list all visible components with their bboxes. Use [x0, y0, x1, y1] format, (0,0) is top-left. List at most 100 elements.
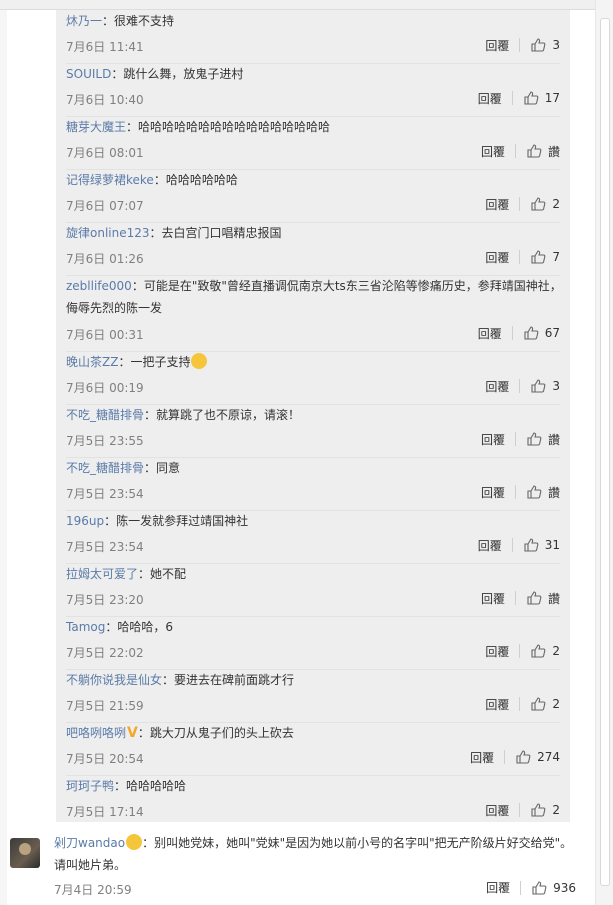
reply-button[interactable]: 回覆 — [470, 749, 494, 766]
like-button[interactable]: 讚 — [526, 431, 560, 448]
reply-text: ：去白宫门口唱精忠报国 — [149, 226, 282, 240]
reply-button[interactable]: 回覆 — [485, 37, 509, 54]
reply-item: 不吃_糖醋排骨：就算跳了也不原谅，请滚！ 7月5日 23:55 回覆 讚 — [66, 404, 560, 458]
action-divider — [511, 91, 513, 105]
reply-username[interactable]: 不吃_糖醋排骨 — [66, 408, 144, 422]
reply-content: 拉姆太可爱了：她不配 — [66, 565, 186, 582]
reply-time: 7月5日 23:55 — [66, 434, 144, 448]
reply-text: ：同意 — [144, 461, 181, 475]
reply-actions: 回覆 讚 — [481, 589, 560, 607]
reply-username[interactable]: 吧咯咧咯咧 — [66, 726, 126, 740]
reply-button[interactable]: 回覆 — [485, 249, 509, 266]
reply-button[interactable]: 回覆 — [478, 90, 502, 107]
reply-button[interactable]: 回覆 — [481, 431, 505, 448]
action-divider — [514, 485, 516, 499]
reply-content: zebllife000：可能是在"致敬"曾经直播调侃南京大ts东三省沦陷等惨痛历… — [66, 275, 562, 319]
like-button[interactable]: 2 — [530, 696, 560, 712]
reply-actions: 回覆 讚 — [481, 483, 560, 501]
reply-button[interactable]: 回覆 — [486, 879, 510, 896]
thumbs-up-icon — [524, 326, 539, 340]
like-button[interactable]: 274 — [515, 749, 560, 765]
action-divider — [514, 144, 516, 158]
reply-time: 7月6日 07:07 — [66, 199, 144, 213]
scrollbar-thumb[interactable] — [600, 18, 610, 886]
reply-button[interactable]: 回覆 — [478, 537, 502, 554]
reply-username[interactable]: 不躺你说我是仙女 — [66, 673, 162, 687]
reply-actions: 回覆 讚 — [481, 430, 560, 448]
like-button[interactable]: 讚 — [526, 143, 560, 160]
like-button[interactable]: 讚 — [526, 484, 560, 501]
avatar[interactable] — [10, 838, 40, 868]
comment-content: 剁刀wandao ：别叫她党妹，她叫"党妹"是因为她以前小号的名字叫"把无产阶级片… — [54, 832, 574, 876]
vip-badge-icon: V — [127, 725, 138, 741]
reply-actions: 回覆 17 — [478, 89, 560, 107]
like-count: 936 — [553, 880, 576, 895]
reply-text: ：跳大刀从鬼子们的头上砍去 — [137, 726, 294, 740]
reply-list: 炑乃一：很难不支持 7月6日 11:41 回覆 3 SOUILD：跳什么舞，放鬼子… — [56, 10, 570, 822]
thumbs-up-icon — [527, 144, 542, 158]
action-divider — [511, 538, 513, 552]
like-button[interactable]: 3 — [530, 37, 560, 53]
reply-button[interactable]: 回覆 — [485, 696, 509, 713]
reply-item: 炑乃一：很难不支持 7月6日 11:41 回覆 3 — [66, 10, 560, 64]
reply-content: 旋律online123：去白宫门口唱精忠报国 — [66, 224, 282, 241]
thumbs-up-icon — [531, 379, 546, 393]
reply-username[interactable]: 炑乃一 — [66, 14, 102, 28]
action-divider — [514, 432, 516, 446]
reply-text: ：她不配 — [138, 567, 187, 581]
like-button[interactable]: 67 — [523, 325, 560, 341]
reply-text: ：一把子支持 — [118, 355, 191, 369]
like-button[interactable]: 3 — [530, 378, 560, 394]
scrollbar-track[interactable] — [595, 0, 613, 905]
emoji-icon — [191, 353, 208, 369]
reply-text: ：哈哈哈哈哈哈 — [153, 173, 238, 187]
like-button[interactable]: 7 — [530, 249, 560, 265]
reply-time: 7月6日 01:26 — [66, 252, 144, 266]
reply-username[interactable]: 不吃_糖醋排骨 — [66, 461, 144, 475]
reply-username[interactable]: SOUILD — [66, 67, 111, 81]
action-divider — [519, 644, 521, 658]
like-button[interactable]: 讚 — [526, 590, 560, 607]
reply-content: 不吃_糖醋排骨：就算跳了也不原谅，请滚！ — [66, 406, 300, 423]
reply-time: 7月5日 17:14 — [66, 805, 144, 819]
reply-button[interactable]: 回覆 — [481, 484, 505, 501]
reply-username[interactable]: 珂珂子鸭 — [66, 779, 114, 793]
like-button[interactable]: 2 — [530, 802, 560, 818]
reply-content: 糖芽大魔王：哈哈哈哈哈哈哈哈哈哈哈哈哈哈哈哈 — [66, 118, 330, 135]
like-count: 274 — [537, 750, 560, 764]
reply-button[interactable]: 回覆 — [485, 643, 509, 660]
thumbs-up-icon — [531, 644, 546, 658]
reply-button[interactable]: 回覆 — [481, 143, 505, 160]
comment-username[interactable]: 剁刀wandao — [54, 836, 125, 850]
reply-actions: 回覆 67 — [478, 324, 560, 342]
comment-time: 7月4日 20:59 — [54, 883, 132, 897]
reply-username[interactable]: 拉姆太可爱了 — [66, 567, 138, 581]
like-count: 3 — [552, 379, 560, 393]
reply-username[interactable]: 旋律online123 — [66, 226, 150, 240]
reply-time: 7月6日 00:31 — [66, 328, 144, 342]
action-divider — [511, 326, 513, 340]
reply-username[interactable]: Tamog — [66, 620, 105, 634]
reply-button[interactable]: 回覆 — [485, 196, 509, 213]
reply-username[interactable]: 196up — [66, 514, 104, 528]
like-button[interactable]: 17 — [523, 90, 560, 106]
reply-button[interactable]: 回覆 — [485, 802, 509, 819]
like-count: 67 — [544, 326, 560, 340]
reply-username[interactable]: zebllife000 — [66, 279, 132, 293]
reply-username[interactable]: 记得绿萝裙keke — [66, 173, 154, 187]
like-button[interactable]: 2 — [530, 196, 560, 212]
like-count: 讚 — [547, 144, 560, 159]
reply-button[interactable]: 回覆 — [478, 325, 502, 342]
reply-username[interactable]: 糖芽大魔王 — [66, 120, 126, 134]
like-button[interactable]: 2 — [530, 643, 560, 659]
left-gutter — [0, 10, 7, 905]
like-button[interactable]: 936 — [531, 880, 576, 896]
reply-item: 不吃_糖醋排骨：同意 7月5日 23:54 回覆 讚 — [66, 457, 560, 511]
reply-button[interactable]: 回覆 — [481, 590, 505, 607]
reply-username[interactable]: 晚山茶ZZ — [66, 355, 118, 369]
reply-item: Tamog：哈哈哈，6 7月5日 22:02 回覆 2 — [66, 616, 560, 670]
reply-button[interactable]: 回覆 — [485, 378, 509, 395]
action-divider — [519, 38, 521, 52]
like-button[interactable]: 31 — [523, 537, 560, 553]
reply-text: ：哈哈哈，6 — [105, 620, 173, 634]
